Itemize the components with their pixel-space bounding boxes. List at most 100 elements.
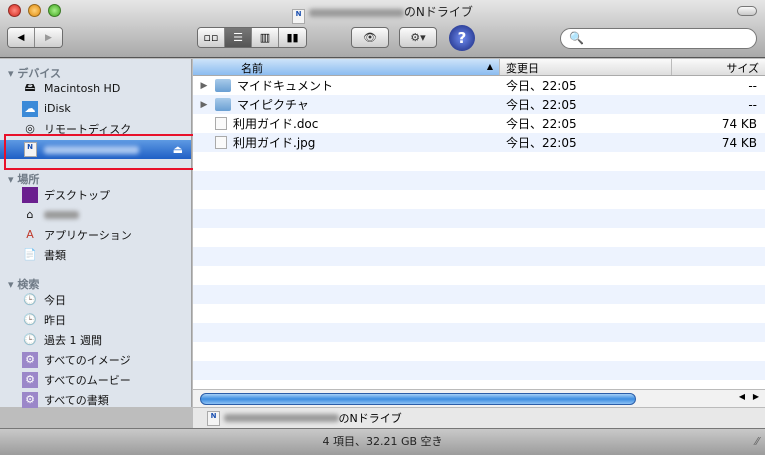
clock-icon: 🕒 [23, 333, 37, 346]
label: すべてのムービー [44, 373, 131, 387]
file-list: 名前 ▲ 変更日 サイズ ▶ マイドキュメント 今日、22:05 -- ▶ マイピ… [193, 59, 765, 389]
back-button[interactable]: ◀ [8, 28, 35, 47]
document-icon [215, 136, 227, 149]
sidebar-item-today[interactable]: 🕒 今日 [22, 290, 192, 309]
smart-folder-icon: ⚙ [22, 391, 38, 408]
sidebar-item-documents[interactable]: 📄 書類 [22, 245, 192, 264]
sidebar-item-yesterday[interactable]: 🕒 昨日 [22, 310, 192, 329]
empty-row [193, 285, 765, 304]
sort-ascending-icon: ▲ [486, 62, 493, 71]
title-bar: N のNドライブ ◀ ▶ ▫▫ ☰ ▥ ▮▮ 👁 ⚙▾ ? 🔍 [0, 0, 765, 58]
label: 書類 [44, 248, 66, 262]
scroll-right-button[interactable]: ▶ [753, 392, 759, 401]
idisk-icon: ☁ [22, 100, 38, 117]
label: デスクトップ [44, 188, 110, 202]
blurred-email [223, 414, 339, 422]
scrollbar-thumb[interactable] [200, 393, 636, 405]
gear-icon: ⚙▾ [410, 31, 426, 44]
folder-icon [215, 98, 231, 111]
label: 昨日 [44, 313, 66, 327]
label: アプリケーション [44, 228, 132, 242]
folder-icon [215, 79, 231, 92]
action-button[interactable]: ⚙▾ [399, 27, 437, 48]
horizontal-scrollbar[interactable]: ◀ ▶ [193, 389, 765, 407]
sidebar-item-all-documents[interactable]: ⚙ すべての書類 [22, 390, 192, 409]
smart-folder-icon: ⚙ [22, 371, 38, 388]
status-bar: 4 項目、32.21 GB 空き ⁄⁄ [0, 428, 765, 455]
resize-grip[interactable]: ⁄⁄ [755, 429, 759, 455]
sidebar: ▾ デバイス 🖴 Macintosh HD ☁ iDisk ◎ リモートディスク N ⏏… [0, 59, 192, 409]
file-name: 利用ガイド.doc [233, 117, 319, 131]
table-row[interactable]: 利用ガイド.jpg 今日、22:05 74 KB [193, 133, 765, 152]
quicklook-button[interactable]: 👁 [351, 27, 389, 48]
ndrive-icon: N [207, 410, 220, 426]
forward-button[interactable]: ▶ [35, 28, 62, 47]
hard-drive-icon: 🖴 [24, 81, 36, 94]
column-size[interactable]: サイズ [672, 59, 765, 75]
documents-icon: 📄 [23, 248, 37, 261]
file-name: マイドキュメント [237, 79, 334, 93]
blurred-username [44, 210, 79, 219]
file-size: 74 KB [721, 116, 757, 131]
label: 今日 [44, 293, 66, 307]
icon-view-button[interactable]: ▫▫ [198, 28, 225, 47]
table-row[interactable]: ▶ マイピクチャ 今日、22:05 -- [193, 95, 765, 114]
nav-buttons: ◀ ▶ [7, 27, 63, 48]
label: すべてのイメージ [44, 353, 131, 367]
empty-row [193, 209, 765, 228]
highlight-box [4, 134, 205, 170]
path-bar: N のNドライブ [193, 407, 765, 428]
table-row[interactable]: ▶ マイドキュメント 今日、22:05 -- [193, 76, 765, 95]
toolbar-toggle-button[interactable] [737, 6, 757, 16]
home-icon: ⌂ [26, 208, 34, 221]
path-item[interactable]: のNドライブ [339, 410, 402, 426]
status-text: 4 項目、32.21 GB 空き [322, 435, 443, 448]
empty-row [193, 247, 765, 266]
file-date: 今日、22:05 [506, 117, 577, 131]
empty-row [193, 190, 765, 209]
view-switcher: ▫▫ ☰ ▥ ▮▮ [197, 27, 307, 48]
file-name: マイピクチャ [237, 98, 309, 112]
clock-icon: 🕒 [23, 293, 37, 306]
sidebar-item-applications[interactable]: A アプリケーション [22, 225, 192, 244]
label: Macintosh HD [44, 82, 121, 95]
list-view-button[interactable]: ☰ [225, 28, 252, 47]
disclosure-triangle[interactable]: ▶ [193, 81, 215, 91]
column-date[interactable]: 変更日 [500, 59, 672, 75]
file-size: 74 KB [721, 135, 757, 150]
file-name: 利用ガイド.jpg [233, 136, 316, 150]
coverflow-view-button[interactable]: ▮▮ [279, 28, 306, 47]
sidebar-item-past-week[interactable]: 🕒 過去 1 週間 [22, 330, 192, 349]
title-text: のNドライブ [403, 5, 473, 19]
help-icon[interactable]: ? [449, 25, 475, 51]
file-size: -- [748, 97, 757, 112]
file-size: -- [748, 78, 757, 93]
sidebar-item-all-movies[interactable]: ⚙ すべてのムービー [22, 370, 192, 389]
sidebar-item-all-images[interactable]: ⚙ すべてのイメージ [22, 350, 192, 369]
label: 過去 1 週間 [44, 333, 102, 347]
disclosure-triangle[interactable]: ▶ [193, 100, 215, 110]
empty-row [193, 304, 765, 323]
empty-row [193, 342, 765, 361]
sidebar-item-home[interactable]: ⌂ [22, 205, 192, 224]
sidebar-item-desktop[interactable]: デスクトップ [22, 185, 192, 204]
scroll-left-button[interactable]: ◀ [739, 392, 745, 401]
empty-row [193, 323, 765, 342]
file-date: 今日、22:05 [506, 98, 577, 112]
clock-icon: 🕒 [23, 313, 37, 326]
search-icon: 🔍 [569, 31, 584, 45]
applications-icon: A [26, 228, 34, 241]
sidebar-item-macintosh-hd[interactable]: 🖴 Macintosh HD [22, 79, 192, 98]
search-input[interactable]: 🔍 [560, 28, 757, 49]
empty-row [193, 228, 765, 247]
sidebar-item-idisk[interactable]: ☁ iDisk [22, 99, 192, 118]
column-view-button[interactable]: ▥ [252, 28, 279, 47]
window-title: N のNドライブ [0, 3, 765, 24]
empty-row [193, 266, 765, 285]
column-name[interactable]: 名前 ▲ [193, 59, 500, 75]
document-icon [215, 117, 227, 130]
list-header: 名前 ▲ 変更日 サイズ [193, 59, 765, 76]
blurred-email [308, 8, 404, 17]
desktop-icon [22, 186, 38, 203]
table-row[interactable]: 利用ガイド.doc 今日、22:05 74 KB [193, 114, 765, 133]
